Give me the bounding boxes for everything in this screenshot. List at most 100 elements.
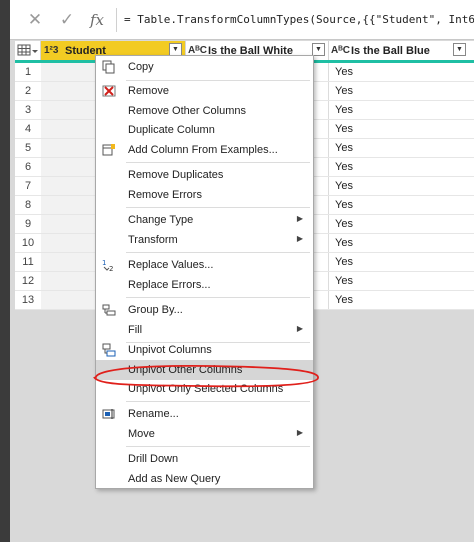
menu-item-label: Fill [128,324,143,336]
remove-icon [102,84,116,98]
ball-blue-cell[interactable]: Yes [335,104,353,116]
menu-item-label: Rename... [128,408,179,420]
submenu-arrow-icon: ▶ [296,324,303,333]
svg-text:1: 1 [102,259,106,267]
ball-blue-cell[interactable]: Yes [335,66,353,78]
menu-item-move[interactable]: Move ▶ [96,424,313,444]
ball-blue-cell[interactable]: Yes [335,123,353,135]
menu-item-label: Remove Duplicates [128,169,224,181]
column-context-menu: Copy Remove Remove Other Columns Duplica… [95,55,314,489]
row-number: 12 [21,275,35,287]
row-number: 6 [24,161,32,173]
menu-separator [126,446,310,447]
column-header-is-the-ball-blue[interactable]: AᴮC Is the Ball Blue ▼ [329,41,474,60]
menu-item-fill[interactable]: Fill ▶ [96,320,313,340]
column-filter-dropdown[interactable]: ▼ [453,43,466,56]
confirm-icon[interactable]: ✓ [56,10,78,30]
submenu-arrow-icon: ▶ [296,234,303,243]
menu-item-copy[interactable]: Copy [96,57,313,77]
ball-blue-cell[interactable]: Yes [335,161,353,173]
menu-item-remove-other-columns[interactable]: Remove Other Columns [96,101,313,121]
menu-item-remove-duplicates[interactable]: Remove Duplicates [96,165,313,185]
menu-item-label: Drill Down [128,453,179,465]
cancel-icon[interactable]: ✕ [24,10,46,30]
ball-blue-cell[interactable]: Yes [335,294,353,306]
submenu-arrow-icon: ▶ [296,428,303,437]
menu-item-add-column-from-examples[interactable]: Add Column From Examples... [96,140,313,160]
row-number: 10 [21,237,35,249]
formula-divider [116,8,117,32]
menu-item-add-as-new-query[interactable]: Add as New Query [96,469,313,489]
row-number: 9 [24,218,32,230]
copy-icon [102,60,116,74]
menu-item-label: Unpivot Columns [128,344,212,356]
table-menu-button[interactable] [15,41,41,60]
row-number: 2 [24,85,32,97]
menu-item-replace-values[interactable]: 12 Replace Values... [96,255,313,275]
row-number: 8 [24,199,32,211]
ball-blue-cell[interactable]: Yes [335,199,353,211]
column-header-label: Is the Ball Blue [351,45,430,57]
formula-input[interactable]: = Table.TransformColumnTypes(Source,{{"S… [124,13,474,26]
fx-icon[interactable]: fx [86,10,108,30]
row-number: 5 [24,142,32,154]
menu-item-unpivot-only-selected-columns[interactable]: Unpivot Only Selected Columns [96,379,313,399]
menu-item-label: Replace Values... [128,259,214,271]
menu-item-group-by[interactable]: Group By... [96,300,313,320]
menu-item-label: Group By... [128,304,183,316]
menu-item-label: Duplicate Column [128,124,215,136]
menu-separator [126,401,310,402]
left-edge-panel [0,0,10,542]
menu-item-change-type[interactable]: Change Type ▶ [96,210,313,230]
menu-item-label: Add as New Query [128,473,221,485]
add-column-from-examples-icon [102,143,116,157]
row-number: 1 [24,66,32,78]
menu-item-duplicate-column[interactable]: Duplicate Column [96,120,313,140]
menu-item-unpivot-other-columns[interactable]: Unpivot Other Columns [96,360,313,380]
menu-item-label: Move [128,428,155,440]
ball-blue-cell[interactable]: Yes [335,218,353,230]
menu-item-label: Remove Errors [128,189,202,201]
ball-blue-cell[interactable]: Yes [335,142,353,154]
formula-bar: ✕ ✓ fx = Table.TransformColumnTypes(Sour… [10,0,474,40]
submenu-arrow-icon: ▶ [296,214,303,223]
rename-icon [102,407,116,421]
menu-item-unpivot-columns[interactable]: Unpivot Columns [96,340,313,360]
menu-separator [126,207,310,208]
group-by-icon [102,303,116,317]
svg-text:2: 2 [109,265,113,272]
whole-number-type-icon[interactable]: 1²3 [44,45,58,56]
menu-item-label: Remove Other Columns [128,105,246,117]
ball-blue-cell[interactable]: Yes [335,85,353,97]
menu-separator [126,297,310,298]
row-number: 13 [21,294,35,306]
menu-item-transform[interactable]: Transform ▶ [96,230,313,250]
row-number: 11 [22,256,34,268]
menu-item-rename[interactable]: Rename... [96,404,313,424]
menu-item-replace-errors[interactable]: Replace Errors... [96,275,313,295]
row-number: 7 [24,180,32,192]
ball-blue-cell[interactable]: Yes [335,180,353,192]
menu-item-label: Unpivot Other Columns [128,364,243,376]
menu-item-drill-down[interactable]: Drill Down [96,449,313,469]
menu-item-label: Change Type [128,214,194,226]
menu-item-label: Unpivot Only Selected Columns [128,383,284,395]
row-number: 4 [24,123,32,135]
menu-separator [126,162,310,163]
menu-item-remove[interactable]: Remove [96,81,313,101]
text-type-icon[interactable]: AᴮC [331,45,350,56]
menu-item-label: Add Column From Examples... [128,144,278,156]
menu-item-label: Replace Errors... [128,279,211,291]
ball-blue-cell[interactable]: Yes [335,237,353,249]
replace-values-icon: 12 [102,258,116,273]
menu-item-label: Remove [128,85,169,97]
menu-item-label: Transform [128,234,178,246]
unpivot-icon [102,343,116,357]
menu-item-remove-errors[interactable]: Remove Errors [96,185,313,205]
menu-separator [126,252,310,253]
ball-blue-cell[interactable]: Yes [335,275,353,287]
menu-item-label: Copy [128,61,154,73]
table-icon [17,44,38,56]
row-number: 3 [24,104,32,116]
ball-blue-cell[interactable]: Yes [335,256,353,268]
